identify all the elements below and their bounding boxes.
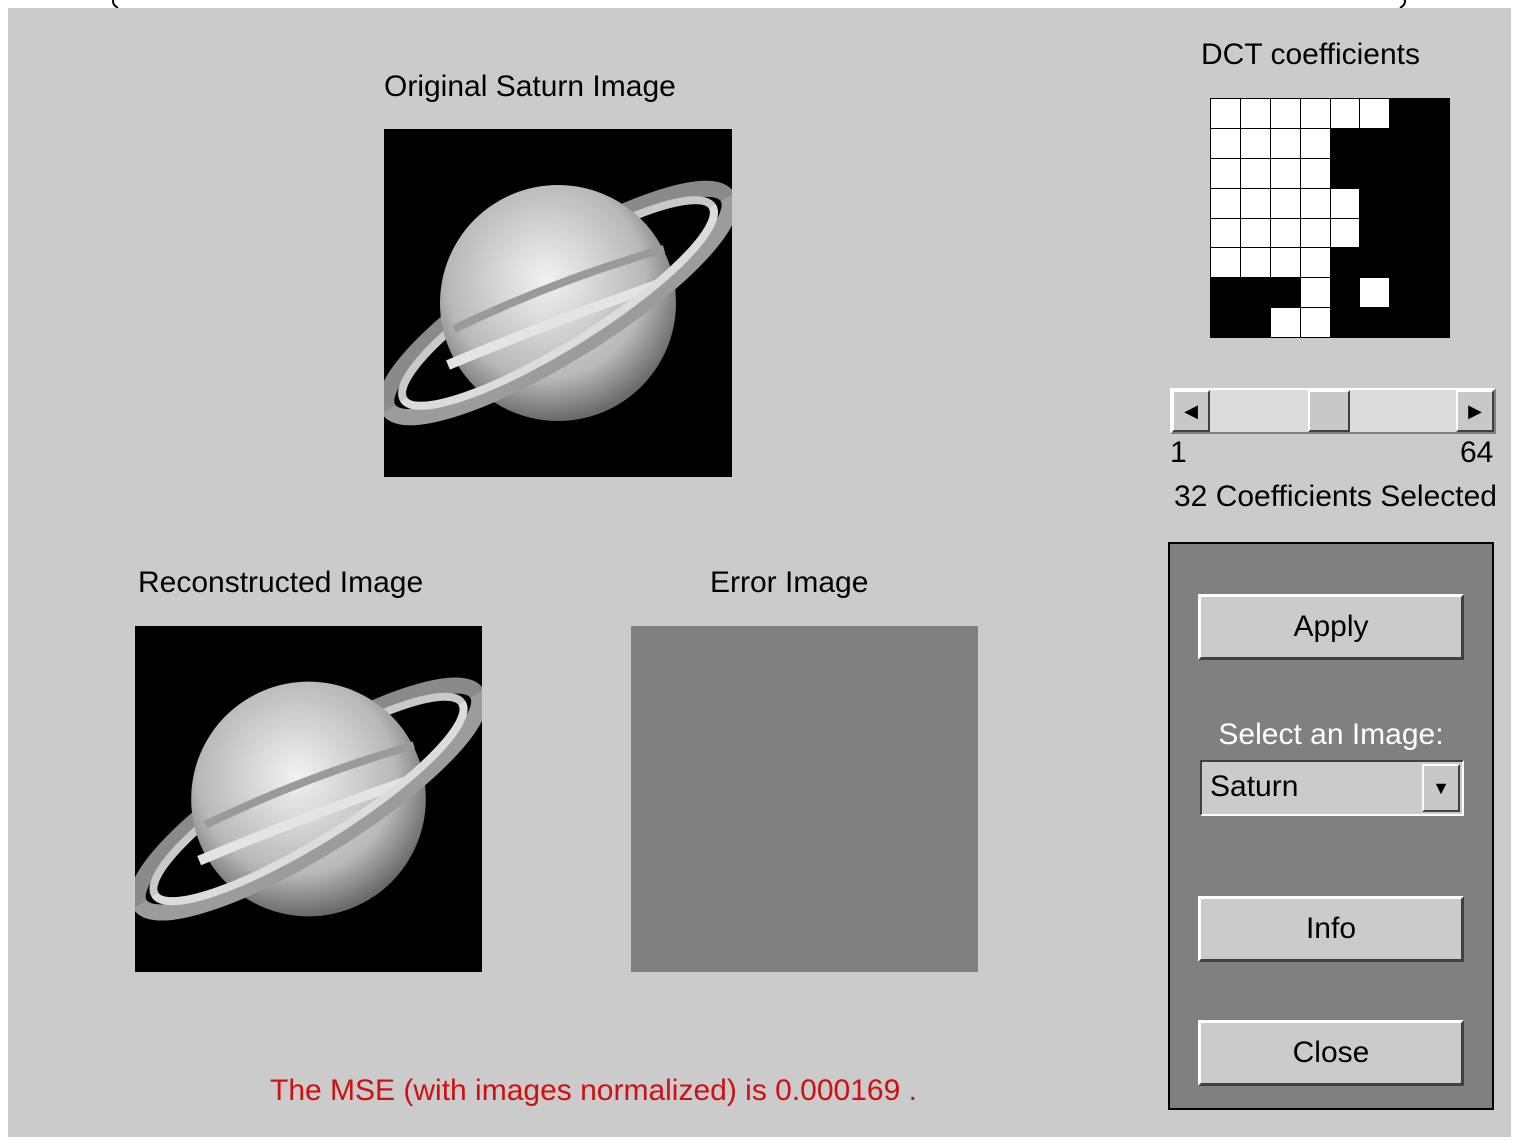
dct-cell[interactable] bbox=[1270, 128, 1300, 158]
dct-cell[interactable] bbox=[1240, 248, 1270, 278]
dct-cell[interactable] bbox=[1211, 128, 1240, 158]
dct-cell[interactable] bbox=[1330, 308, 1360, 337]
close-button[interactable]: Close bbox=[1198, 1020, 1464, 1086]
dct-cell[interactable] bbox=[1330, 128, 1360, 158]
dct-cell[interactable] bbox=[1211, 278, 1240, 308]
dct-cell[interactable] bbox=[1390, 128, 1420, 158]
dct-cell[interactable] bbox=[1300, 128, 1330, 158]
dct-cell[interactable] bbox=[1270, 188, 1300, 218]
dct-cell[interactable] bbox=[1390, 158, 1420, 188]
dct-cell[interactable] bbox=[1300, 188, 1330, 218]
dct-cell[interactable] bbox=[1211, 158, 1240, 188]
dct-cell[interactable] bbox=[1420, 278, 1449, 308]
dct-cell[interactable] bbox=[1240, 218, 1270, 248]
dct-cell[interactable] bbox=[1390, 218, 1420, 248]
dct-cell[interactable] bbox=[1270, 218, 1300, 248]
image-select-dropdown-button[interactable]: ▼ bbox=[1422, 764, 1460, 812]
dct-cell[interactable] bbox=[1270, 99, 1300, 128]
dct-cell[interactable] bbox=[1240, 99, 1270, 128]
dct-cell[interactable] bbox=[1390, 308, 1420, 337]
dct-cell[interactable] bbox=[1240, 158, 1270, 188]
image-select-value: Saturn bbox=[1210, 770, 1299, 803]
original-image-title: Original Saturn Image bbox=[384, 70, 676, 103]
arrow-left-icon: ◀ bbox=[1184, 400, 1198, 421]
dct-cell[interactable] bbox=[1300, 308, 1330, 337]
dct-demo-window: Original Saturn Image Reconstructed Imag… bbox=[8, 8, 1511, 1137]
dct-cell[interactable] bbox=[1270, 308, 1300, 337]
dct-cell[interactable] bbox=[1211, 248, 1240, 278]
dct-cell[interactable] bbox=[1360, 158, 1390, 188]
error-image-title: Error Image bbox=[710, 566, 869, 599]
dct-cell[interactable] bbox=[1360, 188, 1390, 218]
dct-cell[interactable] bbox=[1240, 188, 1270, 218]
dct-cell[interactable] bbox=[1300, 248, 1330, 278]
mse-text: The MSE (with images normalized) is 0.00… bbox=[270, 1074, 917, 1107]
dct-cell[interactable] bbox=[1390, 188, 1420, 218]
image-select[interactable]: Saturn ▼ bbox=[1200, 760, 1464, 816]
dct-coefficient-grid[interactable] bbox=[1210, 98, 1450, 338]
error-image bbox=[631, 626, 978, 972]
dct-cell[interactable] bbox=[1211, 308, 1240, 337]
dct-cell[interactable] bbox=[1420, 158, 1449, 188]
arrow-right-icon: ▶ bbox=[1468, 400, 1482, 421]
coefficients-selected-text: 32 Coefficients Selected bbox=[1174, 480, 1497, 513]
dct-cell[interactable] bbox=[1420, 218, 1449, 248]
reconstructed-image-title: Reconstructed Image bbox=[138, 566, 424, 599]
dct-cell[interactable] bbox=[1390, 278, 1420, 308]
dct-cell[interactable] bbox=[1240, 128, 1270, 158]
dct-cell[interactable] bbox=[1300, 218, 1330, 248]
dct-cell[interactable] bbox=[1420, 188, 1449, 218]
dct-cell[interactable] bbox=[1240, 308, 1270, 337]
dct-cell[interactable] bbox=[1360, 128, 1390, 158]
saturn-picture-reconstructed bbox=[135, 626, 482, 972]
slider-right-arrow[interactable]: ▶ bbox=[1456, 390, 1494, 432]
dct-cell[interactable] bbox=[1360, 218, 1390, 248]
slider-thumb[interactable] bbox=[1308, 390, 1351, 432]
dct-cell[interactable] bbox=[1420, 308, 1449, 337]
dct-cell[interactable] bbox=[1330, 188, 1360, 218]
chevron-down-icon: ▼ bbox=[1432, 777, 1450, 798]
slider-min-label: 1 bbox=[1170, 436, 1187, 469]
dct-cell[interactable] bbox=[1420, 99, 1449, 128]
control-panel: Apply Select an Image: Saturn ▼ Info Clo… bbox=[1168, 542, 1494, 1110]
dct-cell[interactable] bbox=[1330, 278, 1360, 308]
dct-cell[interactable] bbox=[1300, 278, 1330, 308]
dct-cell[interactable] bbox=[1330, 99, 1360, 128]
info-button[interactable]: Info bbox=[1198, 896, 1464, 962]
dct-cell[interactable] bbox=[1360, 99, 1390, 128]
apply-button[interactable]: Apply bbox=[1198, 594, 1464, 660]
dct-cell[interactable] bbox=[1240, 278, 1270, 308]
dct-cell[interactable] bbox=[1420, 248, 1449, 278]
dct-cell[interactable] bbox=[1211, 99, 1240, 128]
dct-cell[interactable] bbox=[1360, 308, 1390, 337]
reconstructed-image bbox=[135, 626, 482, 972]
dct-cell[interactable] bbox=[1390, 248, 1420, 278]
original-image bbox=[384, 129, 732, 477]
dct-cell[interactable] bbox=[1270, 158, 1300, 188]
dct-cell[interactable] bbox=[1300, 99, 1330, 128]
dct-cell[interactable] bbox=[1270, 278, 1300, 308]
coefficient-slider[interactable]: ◀ ▶ bbox=[1170, 388, 1496, 434]
dct-cell[interactable] bbox=[1300, 158, 1330, 188]
slider-max-label: 64 bbox=[1460, 436, 1494, 469]
dct-cell[interactable] bbox=[1270, 248, 1300, 278]
dct-cell[interactable] bbox=[1211, 218, 1240, 248]
dct-cell[interactable] bbox=[1390, 99, 1420, 128]
slider-left-arrow[interactable]: ◀ bbox=[1172, 390, 1210, 432]
dct-cell[interactable] bbox=[1360, 278, 1390, 308]
dct-cell[interactable] bbox=[1330, 158, 1360, 188]
dct-cell[interactable] bbox=[1211, 188, 1240, 218]
dct-coefficients-title: DCT coefficients bbox=[1201, 38, 1420, 71]
dct-cell[interactable] bbox=[1330, 248, 1360, 278]
dct-cell[interactable] bbox=[1330, 218, 1360, 248]
saturn-picture-original bbox=[384, 129, 732, 477]
select-image-label: Select an Image: bbox=[1218, 718, 1444, 751]
dct-cell[interactable] bbox=[1420, 128, 1449, 158]
dct-cell[interactable] bbox=[1360, 248, 1390, 278]
